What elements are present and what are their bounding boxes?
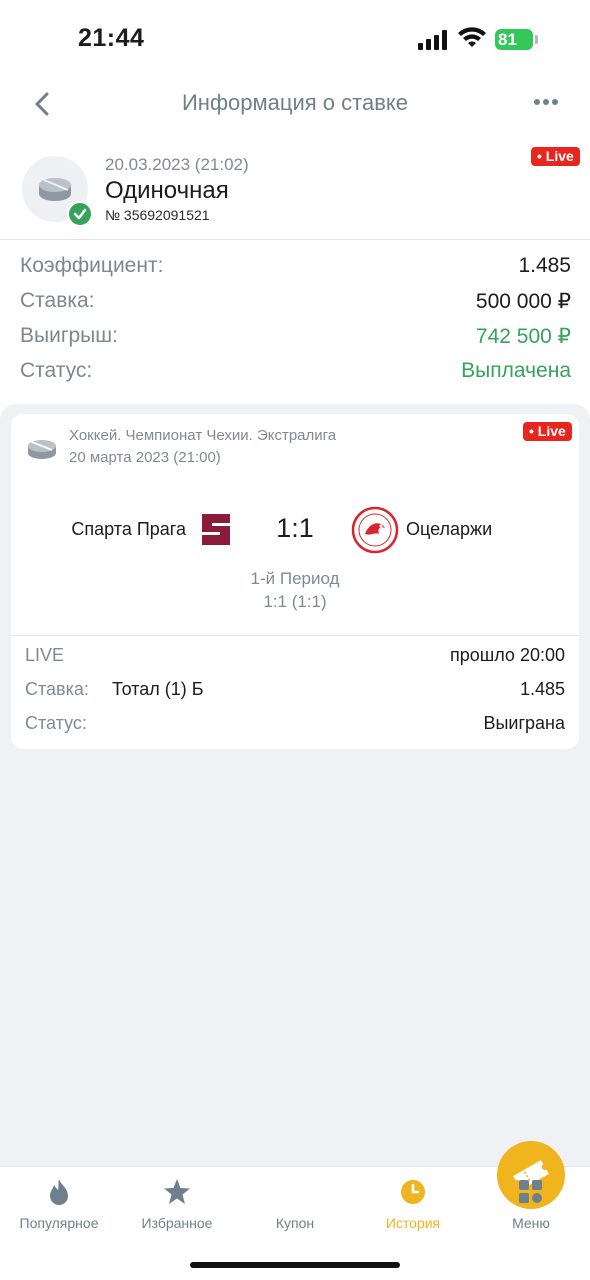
- signal-icon: [418, 30, 447, 50]
- live-label: LIVE: [25, 645, 65, 665]
- status-value: Выиграна: [483, 713, 565, 733]
- bet-label: Ставка:: [25, 679, 89, 699]
- flame-icon: [50, 1179, 68, 1205]
- bet-row: Ставка: Тотал (1) Б 1.485: [25, 675, 565, 701]
- summary-value: Выплачена: [461, 359, 571, 382]
- sparta-logo-icon: [202, 512, 230, 545]
- status-bar: 21:44 81: [0, 0, 590, 80]
- summary-label: Выигрыш:: [20, 324, 118, 347]
- summary-row-odds: Коэффициент: 1.485: [20, 248, 571, 283]
- team1-name: Спарта Прага: [71, 519, 186, 539]
- grid-icon: [519, 1180, 542, 1203]
- check-icon: [67, 201, 93, 227]
- summary-value: 500 000 ₽: [475, 290, 571, 313]
- hockey-puck-icon: [28, 440, 56, 459]
- status-label: Статус:: [25, 713, 87, 733]
- event-date: 20 марта 2023 (21:00): [69, 449, 221, 466]
- match-score: 1:1: [276, 513, 314, 543]
- live-badge: • Live: [531, 147, 580, 166]
- tab-label: История: [385, 1215, 441, 1231]
- period-score: 1:1 (1:1): [263, 592, 327, 611]
- summary-value: 1.485: [518, 254, 571, 277]
- bet-odds: 1.485: [519, 679, 565, 699]
- tab-favorites[interactable]: Избранное: [118, 1167, 236, 1247]
- ellipsis-icon[interactable]: [530, 92, 562, 112]
- page-title: Информация о ставке: [181, 90, 408, 115]
- divider: [11, 635, 579, 636]
- bet-number: № 35692091521: [105, 207, 210, 223]
- team2-name: Оцеларжи: [406, 519, 493, 539]
- summary-label: Ставка:: [20, 289, 95, 312]
- bet-header: 20.03.2023 (21:02) Одиночная № 356920915…: [0, 145, 590, 240]
- battery-indicator: 81: [495, 29, 533, 50]
- tab-label: Избранное: [141, 1215, 213, 1231]
- bet-type: Одиночная: [105, 177, 229, 204]
- event-card[interactable]: Хоккей. Чемпионат Чехии. Экстралига 20 м…: [11, 414, 579, 749]
- summary-label: Статус:: [20, 359, 93, 382]
- tab-coupon[interactable]: Купон: [236, 1141, 565, 1247]
- tab-popular[interactable]: Популярное: [0, 1167, 118, 1247]
- summary-row-payout: Выигрыш: 742 500 ₽: [20, 318, 571, 353]
- summary-row-stake: Ставка: 500 000 ₽: [20, 283, 571, 318]
- tab-label: Меню: [512, 1215, 550, 1231]
- battery-level: 81: [498, 30, 517, 49]
- star-icon: [164, 1179, 190, 1204]
- period-label: 1-й Период: [250, 569, 340, 588]
- summary-row-status: Статус: Выплачена: [20, 353, 571, 388]
- tab-label: Купон: [275, 1215, 315, 1231]
- tab-history[interactable]: История: [354, 1167, 472, 1247]
- home-indicator[interactable]: [190, 1262, 400, 1268]
- live-badge: • Live: [523, 422, 572, 441]
- bet-date: 20.03.2023 (21:02): [105, 155, 249, 174]
- battery-tip: [535, 35, 538, 44]
- summary-value: 742 500 ₽: [475, 325, 571, 348]
- status-row: Статус: Выиграна: [25, 709, 565, 735]
- elapsed-time: прошло 20:00: [450, 645, 565, 665]
- tab-menu[interactable]: Меню: [472, 1167, 590, 1247]
- status-time: 21:44: [78, 24, 145, 52]
- live-row: LIVE прошло 20:00: [25, 641, 565, 667]
- wifi-icon: [458, 27, 486, 47]
- tab-label: Популярное: [19, 1215, 99, 1231]
- bet-summary: Коэффициент: 1.485 Ставка: 500 000 ₽ Выи…: [20, 248, 571, 388]
- ocelari-logo-icon: [351, 506, 399, 554]
- nav-bar: Информация о ставке: [0, 80, 590, 130]
- bet-market: Тотал (1) Б: [112, 679, 204, 699]
- summary-label: Коэффициент:: [20, 254, 164, 277]
- clock-icon: [401, 1180, 425, 1204]
- league-name: Хоккей. Чемпионат Чехии. Экстралига: [69, 427, 337, 444]
